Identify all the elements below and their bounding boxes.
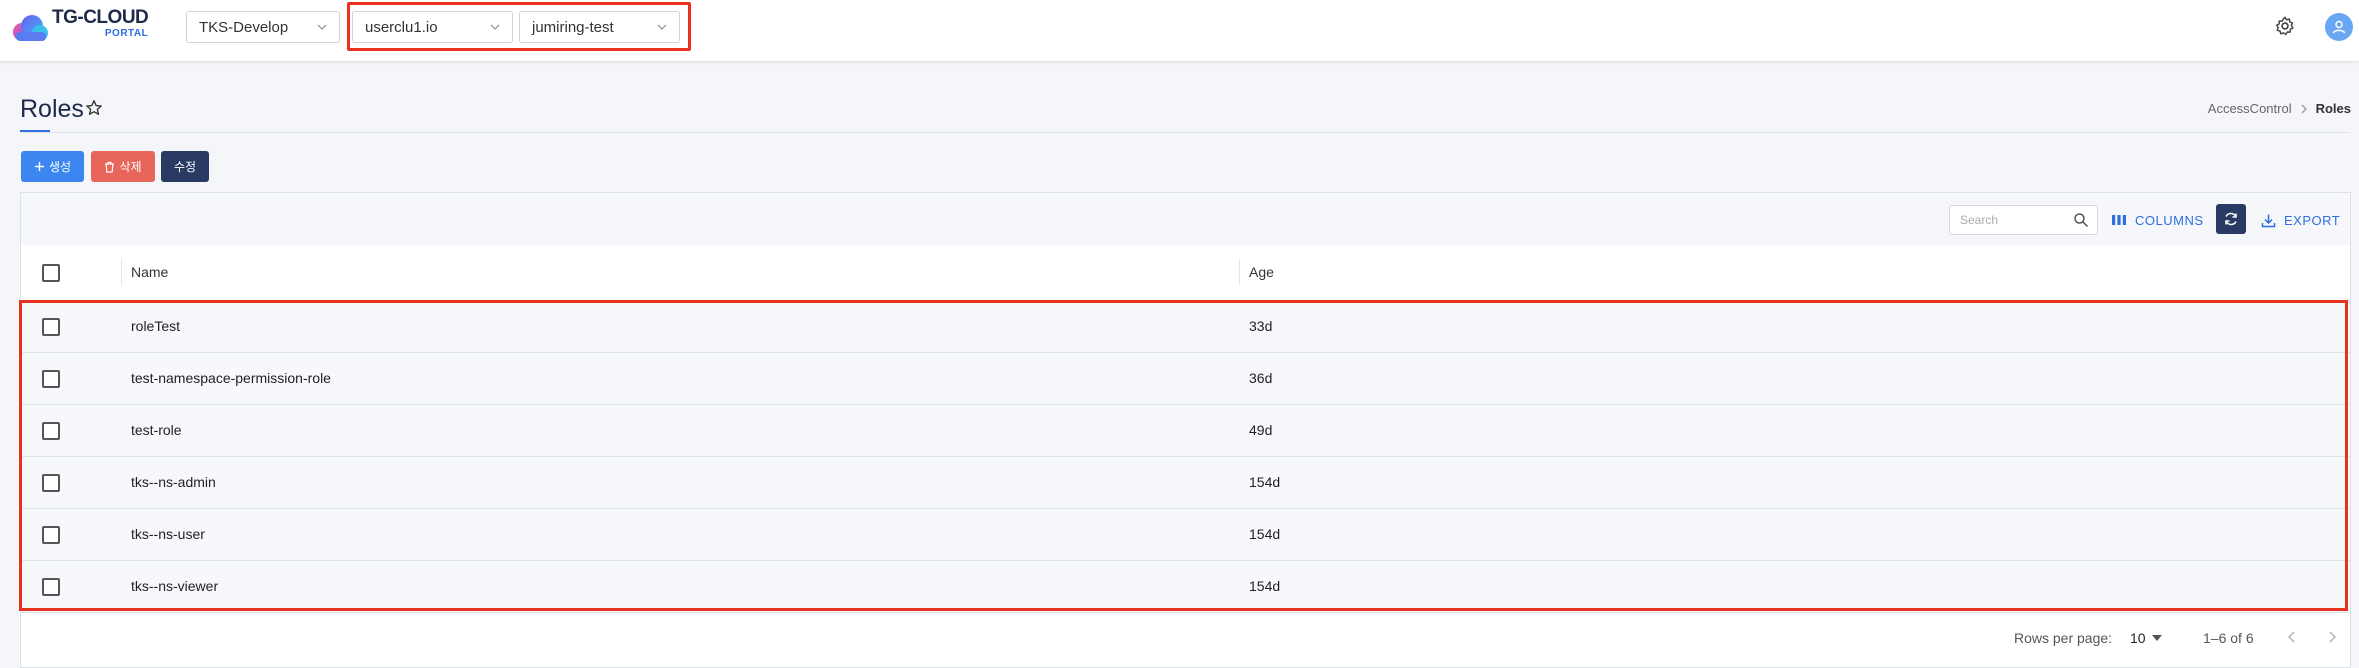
columns-button-label: COLUMNS (2135, 212, 2204, 228)
table-row[interactable]: test-namespace-permission-role 36d (21, 353, 2350, 405)
search-input[interactable] (1950, 206, 2060, 234)
rows-per-page-value: 10 (2130, 630, 2146, 646)
role-name: tks--ns-admin (131, 474, 216, 490)
top-bar: TG-CLOUD PORTAL TKS-Develop userclu1.io … (0, 0, 2359, 62)
search-icon (2074, 213, 2089, 228)
row-checkbox[interactable] (42, 422, 60, 440)
user-icon (2332, 20, 2346, 34)
create-button[interactable]: 생성 (21, 151, 84, 182)
edit-button-label: 수정 (173, 160, 197, 174)
role-age: 154d (1249, 474, 1281, 490)
header-divider (20, 132, 2350, 133)
row-checkbox[interactable] (42, 370, 60, 388)
next-page-icon[interactable] (2323, 628, 2341, 646)
table-row[interactable]: roleTest 33d (21, 301, 2350, 353)
gear-icon[interactable] (2274, 15, 2296, 37)
role-name: test-role (131, 422, 182, 438)
brand-logo[interactable]: TG-CLOUD PORTAL (10, 8, 149, 48)
search-box[interactable] (1949, 205, 2098, 235)
selector-highlight-box (347, 2, 691, 51)
user-avatar[interactable] (2325, 13, 2353, 41)
columns-icon (2112, 215, 2126, 225)
create-button-label: 생성 (48, 160, 72, 174)
role-name: tks--ns-viewer (131, 578, 219, 594)
delete-button[interactable]: 삭제 (91, 151, 155, 182)
role-name: test-namespace-permission-role (131, 370, 331, 386)
grid-toolbar: COLUMNS EXPORT (21, 193, 2350, 245)
refresh-button[interactable] (2216, 204, 2246, 234)
caret-down-icon (2151, 635, 2162, 641)
column-separator (1239, 259, 1240, 285)
row-checkbox[interactable] (42, 474, 60, 492)
role-age: 33d (1249, 318, 1273, 334)
table-row[interactable]: tks--ns-user 154d (21, 509, 2350, 561)
page-title: Roles (20, 95, 84, 123)
row-checkbox[interactable] (42, 526, 60, 544)
pagination-range: 1–6 of 6 (2203, 630, 2254, 646)
row-checkbox[interactable] (42, 318, 60, 336)
previous-page-icon[interactable] (2283, 628, 2301, 646)
rows-per-page-select[interactable]: 10 (2130, 626, 2170, 650)
role-name: roleTest (131, 318, 181, 334)
delete-button-label: 삭제 (119, 160, 142, 174)
project-select[interactable]: TKS-Develop (186, 11, 340, 43)
chevron-down-icon (317, 24, 327, 30)
breadcrumb: AccessControl Roles (2208, 101, 2351, 116)
role-age: 49d (1249, 422, 1273, 438)
refresh-icon (2225, 212, 2237, 226)
table-header: Name Age (21, 245, 2350, 301)
rows-per-page-label: Rows per page: (2014, 630, 2113, 646)
trash-icon (105, 161, 115, 173)
role-age: 154d (1249, 578, 1281, 594)
column-header-age[interactable]: Age (1249, 264, 1274, 280)
table-row[interactable]: tks--ns-viewer 154d (21, 561, 2350, 613)
role-age: 36d (1249, 370, 1273, 386)
edit-button[interactable]: 수정 (161, 151, 209, 182)
role-name: tks--ns-user (131, 526, 205, 542)
plus-icon (34, 162, 44, 171)
roles-data-grid: COLUMNS EXPORT Name Age roleTest 33d tes… (19, 192, 2351, 668)
download-icon (2261, 214, 2276, 227)
row-checkbox[interactable] (42, 578, 60, 596)
cloud-logo-icon (13, 15, 48, 41)
project-select-value: TKS-Develop (199, 18, 289, 36)
star-favorite-icon[interactable] (85, 99, 103, 117)
brand-subtitle: PORTAL (104, 28, 149, 39)
column-header-name[interactable]: Name (131, 264, 168, 280)
breadcrumb-parent[interactable]: AccessControl (2208, 101, 2292, 116)
role-age: 154d (1249, 526, 1281, 542)
breadcrumb-current: Roles (2315, 101, 2351, 116)
grid-footer: Rows per page: 10 1–6 of 6 (21, 613, 2350, 663)
columns-button[interactable]: COLUMNS (2111, 206, 2204, 234)
table-row[interactable]: tks--ns-admin 154d (21, 457, 2350, 509)
select-all-checkbox[interactable] (42, 264, 60, 282)
table-row[interactable]: test-role 49d (21, 405, 2350, 457)
export-button[interactable]: EXPORT (2261, 206, 2340, 234)
chevron-right-icon (2301, 104, 2307, 113)
brand-name: TG-CLOUD (52, 7, 149, 28)
export-button-label: EXPORT (2284, 212, 2341, 228)
column-separator (121, 259, 122, 285)
